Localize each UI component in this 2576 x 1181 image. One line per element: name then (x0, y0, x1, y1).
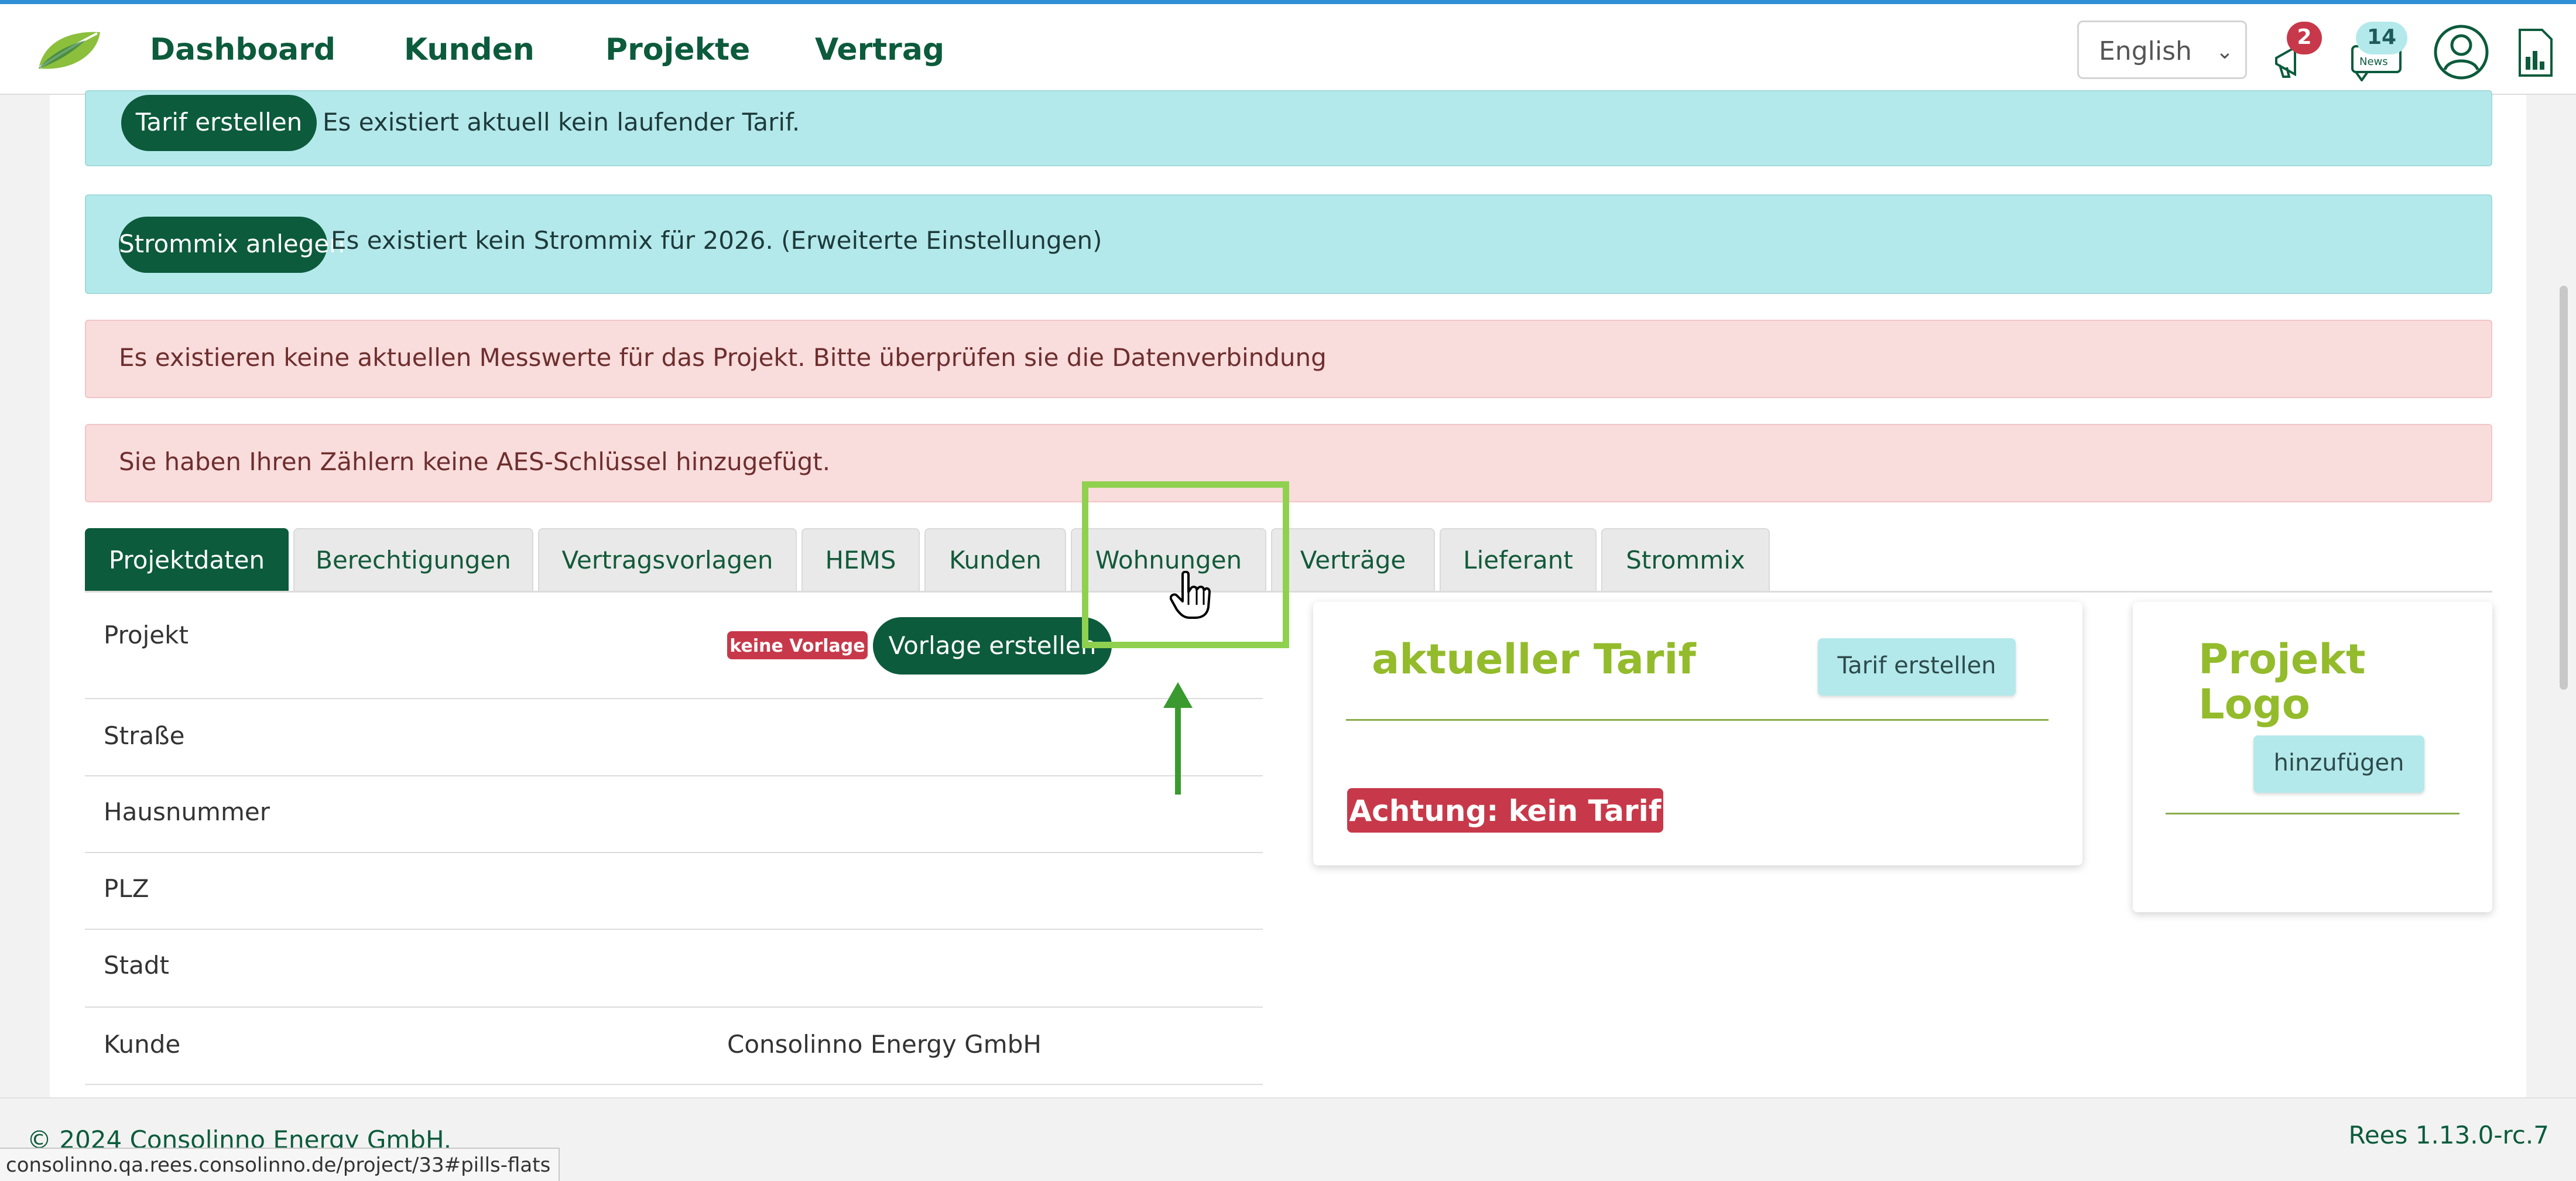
tab-vertraege[interactable]: Verträge (1271, 528, 1435, 591)
keine-vorlage-badge: keine Vorlage (727, 631, 868, 659)
tab-kunden[interactable]: Kunden (924, 528, 1066, 591)
logo-card-title: Projekt Logo (2198, 635, 2366, 728)
kein-tarif-warning: Achtung: kein Tarif (1347, 788, 1663, 833)
row-label-strasse: Straße (104, 721, 185, 750)
language-select-value: English (2099, 36, 2192, 66)
row-value-kunde: Consolinno Energy GmbH (727, 1030, 1042, 1059)
leaf-logo-icon[interactable] (33, 28, 103, 74)
row-label-projekt: Projekt (104, 621, 189, 649)
tarif-card-erstellen-button[interactable]: Tarif erstellen (1818, 638, 2016, 696)
tab-hems[interactable]: HEMS (801, 528, 920, 591)
tarif-card-divider (1346, 719, 2049, 721)
nav-vertrag[interactable]: Vertrag (815, 32, 944, 67)
logo-card: Projekt Logo hinzufügen (2133, 602, 2492, 912)
table-row: Kunde Consolinno Energy GmbH (85, 1008, 1263, 1085)
table-row: PLZ (85, 853, 1263, 930)
status-url-bar: consolinno.qa.rees.consolinno.de/project… (0, 1148, 560, 1181)
table-row: Stadt (85, 930, 1263, 1008)
strommix-alert-text: Es existiert kein Strommix für 2026. (Er… (331, 226, 1102, 255)
tarif-erstellen-button[interactable]: Tarif erstellen (121, 95, 317, 151)
notification-count-badge: 2 (2287, 22, 2322, 54)
tab-berechtigungen[interactable]: Berechtigungen (293, 528, 533, 591)
nav-kunden[interactable]: Kunden (404, 32, 535, 67)
user-avatar-icon[interactable] (2433, 24, 2489, 80)
row-label-plz: PLZ (104, 874, 149, 903)
tarif-alert: Tarif erstellen Es existiert aktuell kei… (85, 90, 2492, 166)
top-accent-line (0, 0, 2576, 4)
nav-projekte[interactable]: Projekte (605, 32, 750, 67)
nav-dashboard[interactable]: Dashboard (150, 32, 335, 67)
logo-card-divider (2166, 813, 2459, 814)
hand-cursor-icon (1170, 571, 1211, 619)
tarif-alert-text: Es existiert aktuell kein laufender Tari… (323, 108, 800, 136)
row-label-kunde: Kunde (104, 1030, 181, 1059)
language-select[interactable]: English ⌄ (2077, 20, 2247, 79)
tab-vertragsvorlagen[interactable]: Vertragsvorlagen (538, 528, 797, 591)
footer-version: Rees 1.13.0-rc.7 (2348, 1121, 2549, 1149)
messwerte-alert-text: Es existieren keine aktuellen Messwerte … (119, 343, 1327, 372)
tab-projektdaten[interactable]: Projektdaten (85, 528, 289, 591)
news-count-badge: 14 (2356, 22, 2407, 54)
highlight-box (1082, 481, 1289, 648)
table-row: Hausnummer (85, 776, 1263, 853)
logo-hinzufuegen-button[interactable]: hinzufügen (2253, 735, 2424, 793)
row-label-hausnummer: Hausnummer (104, 797, 270, 826)
messwerte-alert: Es existieren keine aktuellen Messwerte … (85, 320, 2492, 398)
aes-alert-text: Sie haben Ihren Zählern keine AES-Schlüs… (119, 447, 831, 476)
navbar: Dashboard Kunden Projekte Vertrag Englis… (0, 4, 2576, 95)
table-row: Straße (85, 699, 1263, 776)
tarif-card: aktueller Tarif Tarif erstellen Achtung:… (1313, 602, 2082, 865)
tab-strommix[interactable]: Strommix (1601, 528, 1770, 591)
arrow-up-icon (1163, 682, 1193, 708)
row-label-stadt: Stadt (104, 951, 169, 980)
chevron-down-icon: ⌄ (2215, 40, 2234, 64)
strommix-alert: Strommix anlegen Es existiert kein Strom… (85, 194, 2492, 294)
svg-text:News: News (2359, 56, 2388, 68)
page-scrollbar[interactable] (2560, 286, 2568, 690)
vorlage-erstellen-button[interactable]: Vorlage erstellen (873, 617, 1112, 675)
strommix-anlegen-button[interactable]: Strommix anlegen (119, 217, 345, 273)
arrow-shaft (1175, 706, 1181, 795)
document-icon[interactable] (2515, 26, 2556, 79)
tab-lieferant[interactable]: Lieferant (1440, 528, 1597, 591)
tarif-card-title: aktueller Tarif (1372, 635, 1696, 683)
